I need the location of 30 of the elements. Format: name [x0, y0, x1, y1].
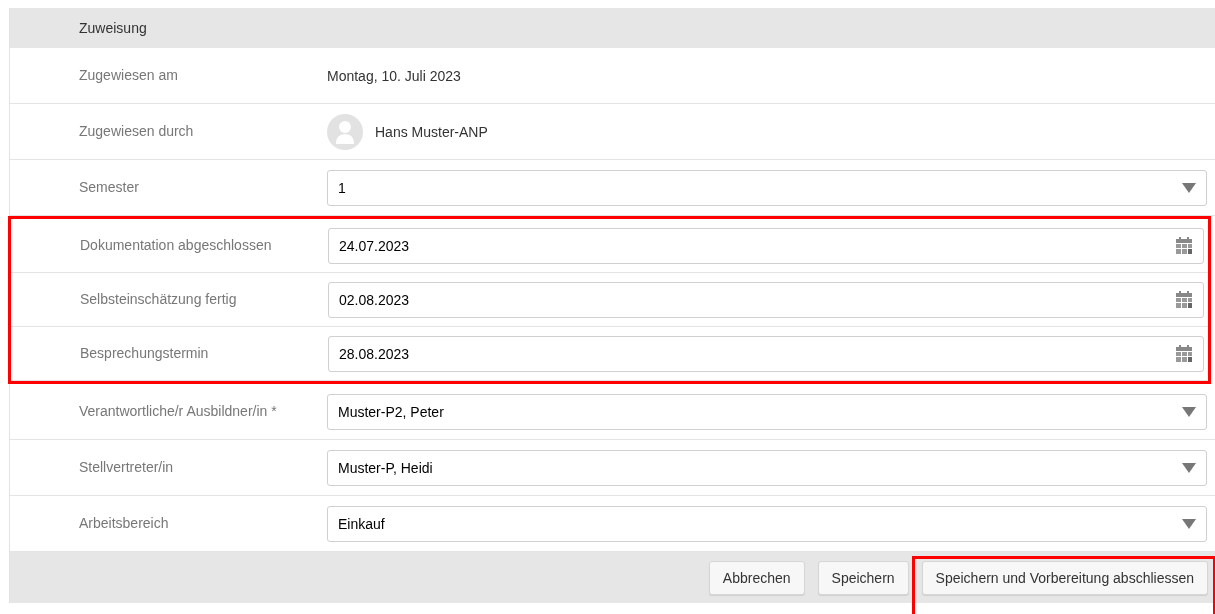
date-field[interactable]: 02.08.2023 — [328, 281, 1204, 318]
field-label: Semester — [79, 179, 139, 196]
avatar-icon — [327, 113, 363, 150]
date-field[interactable]: 28.08.2023 — [328, 335, 1204, 372]
field-label: Arbeitsbereich — [79, 515, 169, 532]
select-field[interactable]: Muster-P2, Peter — [327, 393, 1207, 430]
action-button[interactable]: Abbrechen — [708, 560, 805, 595]
caret-icon — [1182, 406, 1196, 417]
select-field[interactable]: Einkauf — [327, 505, 1207, 542]
calendar-icon[interactable] — [1175, 344, 1193, 363]
field-value: Montag, 10. Juli 2023 — [327, 67, 461, 84]
calendar-icon[interactable] — [1175, 236, 1193, 255]
caret-icon — [1182, 182, 1196, 193]
field-label: Besprechungstermin — [80, 345, 209, 362]
action-button[interactable]: Speichern und Vorbereitung abschliessen — [921, 560, 1208, 595]
field-label: Selbsteinschätzung fertig — [80, 291, 237, 308]
action-button[interactable]: Speichern — [817, 560, 909, 595]
field-label: Verantwortliche/r Ausbildner/in * — [79, 403, 277, 420]
field-label: Dokumentation abgeschlossen — [80, 237, 272, 254]
calendar-icon[interactable] — [1175, 290, 1193, 309]
field-label: Zugewiesen am — [79, 67, 178, 84]
select-field[interactable]: 1 — [327, 169, 1207, 206]
caret-icon — [1182, 518, 1196, 529]
select-field[interactable]: Muster-P, Heidi — [327, 449, 1207, 486]
date-field[interactable]: 24.07.2023 — [328, 227, 1204, 264]
field-label: Zugewiesen durch — [79, 123, 194, 140]
user-name: Hans Muster-ANP — [375, 123, 488, 140]
caret-icon — [1182, 462, 1196, 473]
section-title: Zuweisung — [79, 20, 147, 36]
field-label: Stellvertreter/in — [79, 459, 174, 476]
